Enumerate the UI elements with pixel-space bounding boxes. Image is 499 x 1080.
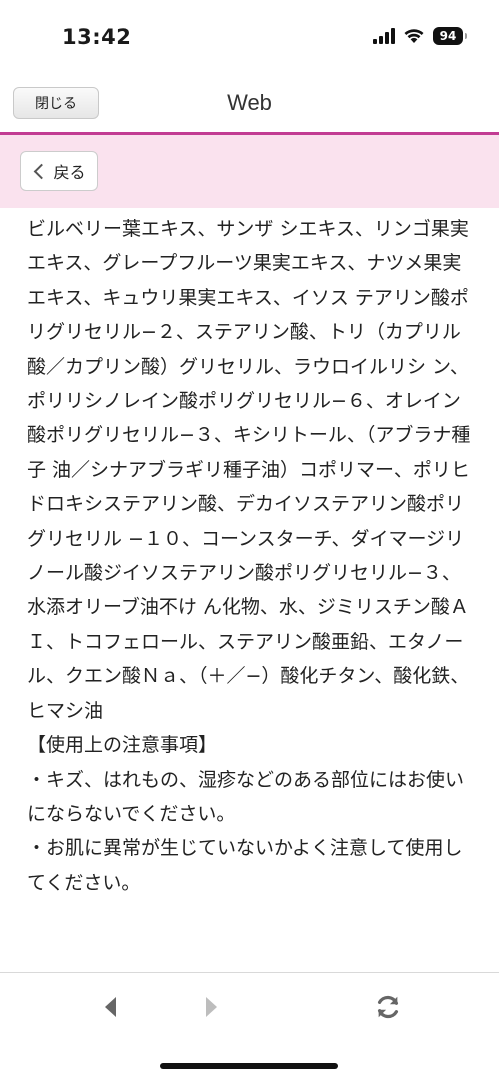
caution-heading: 【使用上の注意事項】 (27, 734, 218, 757)
back-bar: 戻る (0, 135, 499, 208)
back-button[interactable]: 戻る (20, 151, 98, 191)
forward-arrow-icon[interactable] (198, 993, 226, 1021)
back-arrow-icon[interactable] (96, 993, 124, 1021)
status-icons: 94 (373, 27, 467, 45)
browser-toolbar (0, 972, 499, 1041)
content-area[interactable]: ビルベリー葉エキス、サンザ シエキス、リンゴ果実エキス、グレープフルーツ果実エキ… (27, 212, 475, 972)
status-time: 13:42 (62, 25, 132, 49)
signal-icon (373, 28, 395, 44)
page-title: Web (227, 90, 272, 115)
caution-item: ・お肌に異常が生じていないかよく注意して使用してください。 (27, 837, 463, 894)
ingredients-text: ビルベリー葉エキス、サンザ シエキス、リンゴ果実エキス、グレープフルーツ果実エキ… (27, 218, 471, 722)
status-bar: 13:42 94 (0, 0, 499, 74)
caution-item: ・キズ、はれもの、湿疹などのある部位にはお使いにならないでください。 (27, 768, 465, 825)
reload-icon[interactable] (374, 993, 402, 1021)
home-indicator (160, 1063, 338, 1069)
wifi-icon (404, 29, 424, 43)
battery-icon: 94 (433, 27, 467, 45)
web-header: 閉じる Web (0, 74, 499, 135)
chevron-left-icon (34, 163, 50, 179)
back-button-label: 戻る (53, 163, 86, 182)
